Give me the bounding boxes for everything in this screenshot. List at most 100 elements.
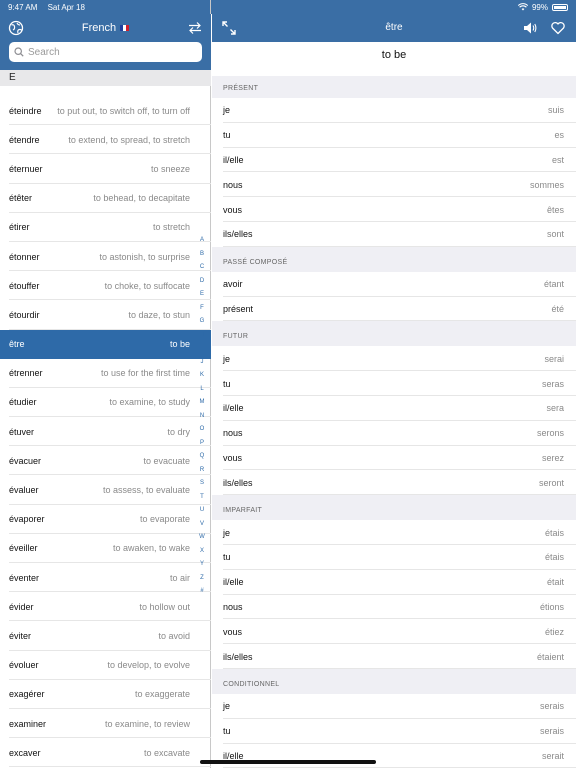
conjugation-row: nous sommes bbox=[212, 172, 576, 198]
index-letter[interactable]: W bbox=[198, 531, 206, 545]
word-french: étonner bbox=[9, 251, 40, 262]
verb-form: serait bbox=[541, 750, 564, 761]
conjugation-row: nous serons bbox=[212, 420, 576, 446]
word-english: to dry bbox=[167, 426, 190, 437]
verb-translation: to be bbox=[381, 49, 407, 61]
language-label: French bbox=[81, 22, 117, 34]
word-row[interactable]: étendre to extend, to spread, to stretch bbox=[0, 125, 211, 155]
word-row[interactable]: étrenner to use for the first time bbox=[0, 359, 211, 389]
word-english: to avoid bbox=[158, 630, 190, 641]
word-english: to examine, to review bbox=[104, 718, 190, 729]
word-row[interactable]: éviter to avoid bbox=[0, 621, 211, 651]
word-row[interactable]: étudier to examine, to study bbox=[0, 388, 211, 418]
word-row[interactable]: étourdir to daze, to stun bbox=[0, 300, 211, 330]
word-row[interactable]: éventer to air bbox=[0, 563, 211, 593]
word-french: excaver bbox=[9, 747, 41, 758]
index-letter[interactable]: T bbox=[198, 491, 206, 505]
index-letter[interactable]: B bbox=[198, 248, 206, 262]
index-letter[interactable]: H bbox=[198, 329, 206, 343]
word-row[interactable]: étouffer to choke, to suffocate bbox=[0, 271, 211, 301]
word-row[interactable]: éteindre to put out, to switch off, to tu… bbox=[0, 96, 211, 126]
word-row[interactable]: étuver to dry bbox=[0, 417, 211, 447]
index-letter[interactable]: E bbox=[198, 288, 206, 302]
language-selector[interactable]: French bbox=[0, 22, 211, 34]
conjugation-row: je étais bbox=[212, 520, 576, 545]
index-letter[interactable]: I bbox=[198, 342, 206, 356]
pronoun: il/elle bbox=[223, 154, 244, 165]
index-letter[interactable]: S bbox=[198, 477, 206, 491]
conjugation-pane: être to be PRÉSENT je suis tu es il/elle est no… bbox=[212, 0, 576, 768]
search-bar[interactable] bbox=[9, 42, 202, 62]
speaker-icon[interactable] bbox=[522, 20, 538, 36]
word-french: étirer bbox=[9, 222, 30, 233]
index-letter[interactable]: G bbox=[198, 315, 206, 329]
verb-form: étiez bbox=[544, 626, 564, 637]
word-english: to choke, to suffocate bbox=[104, 280, 190, 291]
index-letter[interactable]: J bbox=[198, 356, 206, 370]
word-english: to exaggerate bbox=[134, 689, 190, 700]
word-row[interactable]: exagérer to exaggerate bbox=[0, 680, 211, 710]
index-letter[interactable]: N bbox=[198, 410, 206, 424]
tense-header: FUTUR bbox=[212, 324, 576, 347]
word-french: étuver bbox=[9, 426, 35, 437]
search-input[interactable] bbox=[28, 46, 188, 58]
verb-form: serais bbox=[539, 726, 564, 737]
index-letter[interactable]: A bbox=[198, 234, 206, 248]
favorite-heart-icon[interactable] bbox=[550, 20, 566, 36]
verb-form: sommes bbox=[529, 179, 564, 190]
word-french: éviter bbox=[9, 630, 32, 641]
verb-form: serai bbox=[544, 353, 564, 364]
word-row[interactable]: étirer to stretch bbox=[0, 213, 211, 243]
pronoun: ils/elles bbox=[223, 477, 253, 488]
word-row[interactable]: étonner to astonish, to surprise bbox=[0, 242, 211, 272]
conjugation-row: ils/elles sont bbox=[212, 221, 576, 247]
word-english: to awaken, to wake bbox=[112, 543, 190, 554]
index-letter[interactable]: V bbox=[198, 518, 206, 532]
index-letter[interactable]: C bbox=[198, 261, 206, 275]
verb-form: serais bbox=[539, 701, 564, 712]
word-english: to examine, to study bbox=[109, 397, 190, 408]
word-french: étouffer bbox=[9, 280, 40, 291]
pronoun: tu bbox=[223, 378, 231, 389]
word-row[interactable]: évaporer to evaporate bbox=[0, 505, 211, 535]
index-letter[interactable]: R bbox=[198, 464, 206, 478]
index-letter[interactable]: Y bbox=[198, 558, 206, 572]
pronoun: je bbox=[223, 527, 231, 538]
tense-header: CONDITIONNEL bbox=[212, 671, 576, 694]
word-english: to air bbox=[169, 572, 190, 583]
word-row[interactable]: évider to hollow out bbox=[0, 592, 211, 622]
pronoun: nous bbox=[223, 179, 243, 190]
index-letter[interactable]: D bbox=[198, 275, 206, 289]
index-letter[interactable]: P bbox=[198, 437, 206, 451]
index-letter[interactable]: Z bbox=[198, 572, 206, 586]
word-row[interactable]: évacuer to evacuate bbox=[0, 446, 211, 476]
verb-form: étais bbox=[544, 527, 564, 538]
word-french: étrenner bbox=[9, 368, 43, 379]
index-letter[interactable]: M bbox=[198, 396, 206, 410]
index-letter[interactable]: F bbox=[198, 302, 206, 316]
index-letter[interactable]: Q bbox=[198, 450, 206, 464]
index-letter[interactable]: X bbox=[198, 545, 206, 559]
pronoun: ils/elles bbox=[223, 651, 253, 662]
word-row[interactable]: excaver to excavate bbox=[0, 738, 211, 768]
swap-icon[interactable] bbox=[187, 20, 203, 36]
word-row[interactable]: étêter to behead, to decapitate bbox=[0, 184, 211, 213]
index-letter[interactable]: U bbox=[198, 504, 206, 518]
index-letter[interactable]: # bbox=[198, 585, 206, 599]
index-letter[interactable]: K bbox=[198, 369, 206, 383]
word-row[interactable]: évoluer to develop, to evolve bbox=[0, 651, 211, 680]
conjugation-row: il/elle sera bbox=[212, 395, 576, 421]
word-english: to evacuate bbox=[143, 455, 190, 466]
word-english: to extend, to spread, to stretch bbox=[68, 134, 190, 145]
word-row[interactable]: évaluer to assess, to evaluate bbox=[0, 475, 211, 505]
index-letter[interactable]: L bbox=[198, 383, 206, 397]
word-french: éveiller bbox=[9, 543, 38, 554]
word-french: étêter bbox=[9, 193, 33, 204]
word-row[interactable]: examiner to examine, to review bbox=[0, 709, 211, 739]
word-row[interactable]: éternuer to sneeze bbox=[0, 154, 211, 184]
conjugation-row: tu seras bbox=[212, 371, 576, 396]
word-row[interactable]: éveiller to awaken, to wake bbox=[0, 534, 211, 564]
word-row[interactable]: être to be bbox=[0, 329, 211, 359]
conjugation-row: nous étions bbox=[212, 594, 576, 620]
index-letter[interactable]: O bbox=[198, 423, 206, 437]
